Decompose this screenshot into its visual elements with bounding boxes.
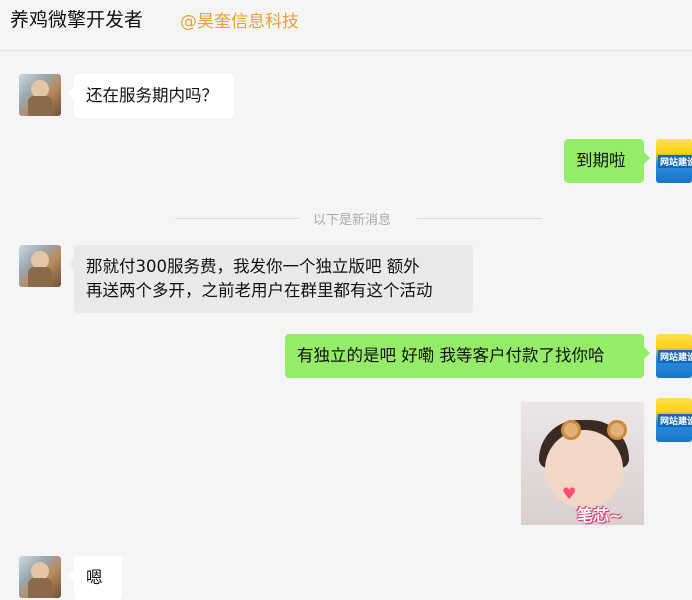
sticker-caption: 笔芯~ (577, 506, 623, 525)
sticker-ear (561, 420, 581, 440)
message-bubble[interactable]: 到期啦 (564, 139, 650, 183)
contact-avatar[interactable] (19, 74, 61, 116)
message-text-line: 再送两个多开，之前老用户在群里都有这个活动 (86, 281, 433, 300)
contact-avatar[interactable] (19, 556, 61, 598)
chat-title[interactable]: 养鸡微擎开发者 (10, 5, 143, 32)
chat-header: 养鸡微擎开发者 @昊奎信息科技 (0, 0, 692, 51)
avatar-label: 网站建设 (658, 155, 692, 168)
avatar-label: 网站建设 (658, 350, 692, 363)
sticker-face (545, 430, 623, 508)
contact-avatar[interactable] (19, 245, 61, 287)
message-text: 有独立的是吧 好嘞 我等客户付款了找你哈 (297, 346, 605, 365)
my-avatar[interactable]: 网站建设 (656, 139, 692, 183)
message-text: 嗯 (86, 568, 103, 587)
avatar-label: 网站建设 (658, 414, 692, 427)
message-bubble[interactable]: 那就付300服务费，我发你一个独立版吧 额外 再送两个多开，之前老用户在群里都有… (68, 245, 473, 313)
company-tag[interactable]: @昊奎信息科技 (180, 7, 299, 32)
my-avatar[interactable]: 网站建设 (656, 398, 692, 442)
heart-icon: ♥ (562, 484, 577, 503)
sticker-ear (607, 420, 627, 440)
message-text: 还在服务期内吗？ (86, 86, 218, 105)
message-bubble[interactable]: 嗯 (68, 556, 122, 600)
message-bubble[interactable]: 有独立的是吧 好嘞 我等客户付款了找你哈 (285, 334, 650, 378)
new-messages-divider: 以下是新消息 (175, 209, 542, 228)
message-bubble[interactable]: 还在服务期内吗？ (68, 74, 234, 118)
message-text: 到期啦 (576, 151, 626, 170)
sticker-image[interactable]: ♥ 笔芯~ (521, 402, 644, 525)
message-text-line: 那就付300服务费，我发你一个独立版吧 额外 (86, 257, 420, 276)
divider-text: 以下是新消息 (313, 213, 392, 228)
my-avatar[interactable]: 网站建设 (656, 334, 692, 378)
